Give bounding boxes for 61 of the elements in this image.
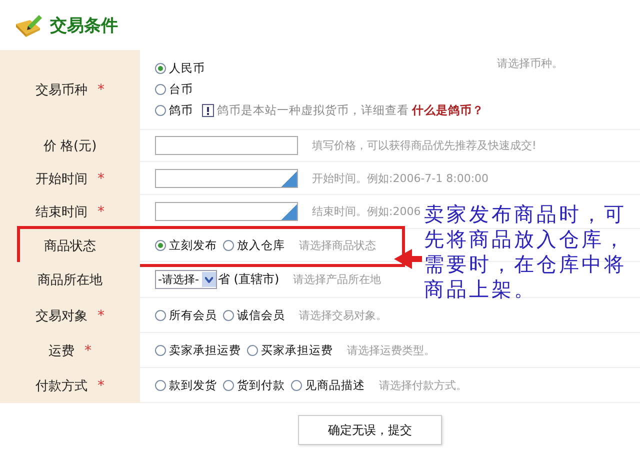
radio-button[interactable]: [223, 310, 234, 320]
required-mark: *: [98, 82, 104, 98]
unit-label: 省 (直辖市): [218, 271, 280, 288]
info-icon: [202, 104, 214, 117]
required-mark: *: [98, 170, 104, 186]
option-label: 见商品描述: [305, 378, 365, 392]
radio-button[interactable]: [155, 344, 166, 356]
radio-button[interactable]: [223, 240, 234, 250]
field-label: 开始时间: [36, 170, 88, 188]
arrow-icon: [392, 248, 422, 270]
radio-button[interactable]: [223, 380, 234, 390]
date-field[interactable]: [155, 168, 298, 188]
pencil-note-icon: [14, 12, 44, 38]
option-label: 款到发货: [169, 378, 217, 392]
field-label: 商品状态: [44, 238, 96, 254]
date-field[interactable]: [155, 202, 298, 221]
hint-text: 请选择币种。: [497, 56, 563, 71]
field-label: 商品所在地: [38, 272, 102, 289]
field-label: 交易对象: [36, 308, 88, 324]
option-label: 诚信会员: [237, 308, 285, 322]
hint-text: 填写价格，可以获得商品优先推荐及快速成交!: [312, 138, 536, 153]
required-mark: *: [98, 308, 104, 324]
field-label: 付款方式: [36, 378, 88, 394]
option-label: 放入仓库: [237, 238, 285, 252]
hint-text: 请选择交易对象。: [299, 308, 387, 322]
option-label: 买家承担运费: [261, 342, 333, 358]
required-mark: *: [98, 204, 104, 220]
note-text: 鸽币是本站一种虚拟货币，详细查看: [217, 103, 409, 118]
hint-text: 请选择付款方式。: [379, 378, 467, 392]
submit-button[interactable]: 确定无误，提交: [298, 415, 442, 445]
radio-button[interactable]: [155, 240, 166, 250]
hint-text: 请选择产品所在地: [293, 272, 382, 287]
hint-text: 请选择运费类型。: [347, 342, 435, 358]
radio-button[interactable]: [155, 380, 166, 390]
province-select[interactable]: -请选择-: [155, 270, 217, 289]
required-mark: *: [98, 378, 104, 394]
hint-text: 结束时间。例如:2006: [312, 204, 421, 219]
radio-button[interactable]: [155, 105, 166, 116]
radio-button[interactable]: [155, 310, 166, 320]
field-label: 运费: [48, 342, 74, 360]
hint-text: 开始时间。例如:2006-7-1 8:00:00: [312, 170, 489, 186]
field-label: 交易币种: [36, 82, 88, 99]
annotation-text: 卖家发布商品时，可先将商品放入仓库，需要时，在仓库中将商品上架。: [424, 202, 628, 302]
radio-button[interactable]: [291, 380, 302, 390]
option-label: 所有会员: [169, 308, 217, 322]
option-label: 台币: [169, 82, 193, 97]
field-label: 结束时间: [36, 204, 88, 221]
section-title: 交易条件: [50, 14, 118, 36]
option-label: 货到付款: [237, 378, 285, 392]
option-label: 人民币: [169, 61, 205, 76]
option-label: 立刻发布: [169, 238, 217, 252]
radio-button[interactable]: [247, 344, 258, 356]
option-label: 卖家承担运费: [169, 342, 241, 358]
hint-text: 请选择商品状态: [299, 238, 376, 252]
option-label: 鸽币: [169, 103, 193, 118]
field-label: 价 格(元): [43, 138, 97, 155]
input-field[interactable]: [155, 136, 298, 155]
radio-button[interactable]: [155, 63, 166, 74]
radio-button[interactable]: [155, 84, 166, 95]
required-mark: *: [84, 342, 92, 358]
help-link[interactable]: 什么是鸽币？: [412, 103, 484, 118]
